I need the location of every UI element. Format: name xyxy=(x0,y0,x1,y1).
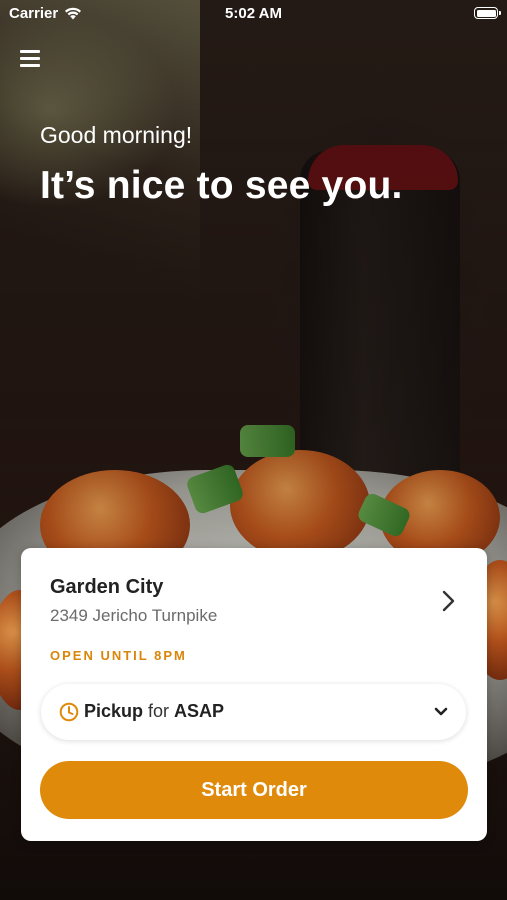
open-status-label: OPEN UNTIL 8PM xyxy=(50,648,187,663)
status-time: 5:02 AM xyxy=(225,5,282,22)
status-bar: Carrier 5:02 AM xyxy=(0,0,507,28)
chevron-down-icon xyxy=(434,707,448,716)
battery-icon xyxy=(474,7,501,19)
chevron-right-icon[interactable] xyxy=(437,588,459,614)
greeting-subtitle: Good morning! xyxy=(40,122,193,148)
clock-icon xyxy=(59,702,79,722)
order-connector: for xyxy=(148,701,170,721)
start-order-button[interactable]: Start Order xyxy=(40,761,468,819)
order-method: Pickup xyxy=(84,701,144,721)
order-type-select[interactable]: Pickup for ASAP xyxy=(41,684,466,740)
greeting-headline: It’s nice to see you. xyxy=(40,164,403,207)
order-time: ASAP xyxy=(174,701,225,721)
location-address[interactable]: 2349 Jericho Turnpike xyxy=(50,606,217,626)
hamburger-menu-icon[interactable] xyxy=(20,48,42,68)
location-card: Garden City 2349 Jericho Turnpike OPEN U… xyxy=(21,548,487,841)
location-name[interactable]: Garden City xyxy=(50,576,163,599)
order-type-text: Pickup for ASAP xyxy=(84,701,224,722)
